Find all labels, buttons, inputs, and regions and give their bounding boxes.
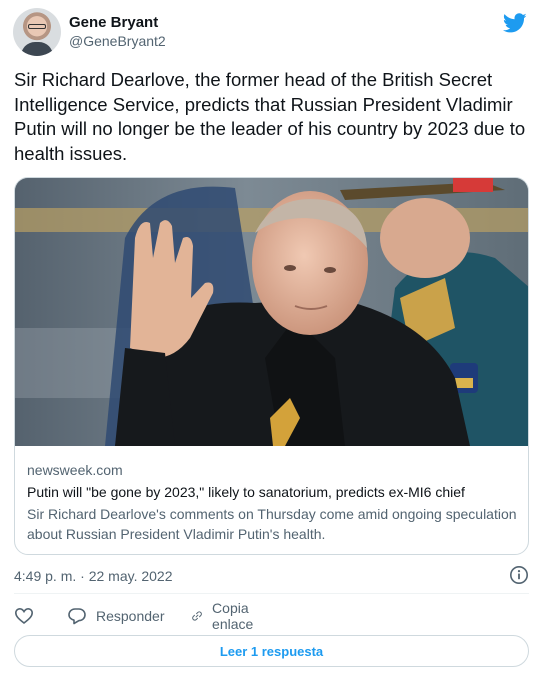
card-meta[interactable]: newsweek.com Putin will "be gone by 2023… [27, 460, 517, 544]
tweet-header: Gene Bryant @GeneBryant2 [13, 8, 530, 56]
link-card[interactable]: newsweek.com Putin will "be gone by 2023… [14, 177, 529, 555]
card-description[interactable]: Sir Richard Dearlove's comments on Thurs… [27, 504, 517, 544]
reply-button[interactable]: Responder [67, 604, 165, 628]
user-handle[interactable]: @GeneBryant2 [69, 32, 166, 51]
card-image[interactable] [15, 178, 529, 446]
copy-link-label: Copia enlace [212, 600, 254, 632]
info-icon[interactable] [509, 565, 529, 585]
divider [14, 593, 529, 594]
reply-bubble-icon [68, 608, 86, 625]
heart-icon [14, 607, 34, 625]
display-name[interactable]: Gene Bryant [69, 13, 166, 32]
card-title[interactable]: Putin will "be gone by 2023," likely to … [27, 482, 517, 502]
avatar[interactable] [13, 8, 61, 56]
read-replies-button[interactable]: Leer 1 respuesta [14, 635, 529, 667]
reply-label: Responder [96, 608, 165, 624]
author-block[interactable]: Gene Bryant @GeneBryant2 [69, 13, 166, 51]
embedded-tweet: Gene Bryant @GeneBryant2 Sir Richard Dea… [0, 0, 543, 677]
tweet-timestamp[interactable]: 4:49 p. m. · 22 may. 2022 [14, 566, 173, 586]
link-icon [192, 611, 202, 621]
twitter-bird-icon[interactable] [503, 11, 527, 35]
tweet-text: Sir Richard Dearlove, the former head of… [14, 69, 526, 164]
card-domain[interactable]: newsweek.com [27, 460, 517, 480]
copy-link-button[interactable]: Copia enlace [191, 600, 261, 632]
like-button[interactable] [14, 604, 34, 628]
